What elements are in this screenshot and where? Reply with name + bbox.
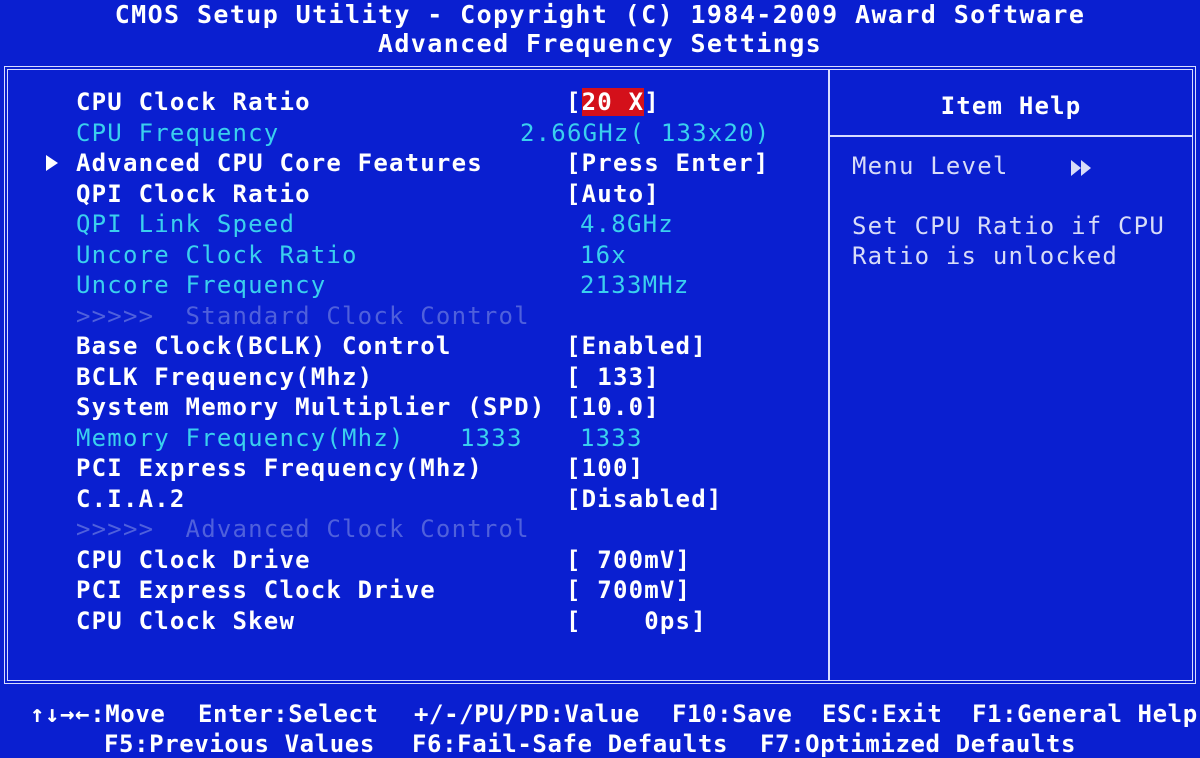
- setting-row-uncore-frequency: Uncore Frequency 2133MHz: [0, 271, 826, 301]
- setting-row-bclk-frequency-mhz[interactable]: BCLK Frequency(Mhz) [ 133]: [0, 363, 826, 393]
- setting-row-base-clock-bclk-control[interactable]: Base Clock(BCLK) Control [Enabled]: [0, 332, 826, 362]
- key-previous-values: F5:Previous Values: [104, 730, 375, 758]
- setting-label: CPU Clock Skew: [76, 606, 296, 635]
- setting-value[interactable]: [100]: [566, 454, 644, 482]
- selected-value-highlight[interactable]: 20 X: [581, 88, 645, 116]
- setting-current-value: 1333: [460, 423, 523, 452]
- help-text-line-2: Ratio is unlocked: [852, 242, 1119, 270]
- panel-divider: [828, 70, 830, 680]
- key-select: Enter:Select: [198, 700, 379, 728]
- setting-label: PCI Express Frequency(Mhz): [76, 454, 483, 482]
- item-help-title: Item Help: [940, 92, 1082, 120]
- setting-label: Memory Frequency(Mhz): [76, 423, 405, 452]
- key-save: F10:Save: [672, 700, 793, 728]
- setting-row-advanced-cpu-core-features[interactable]: Advanced CPU Core Features [Press Enter]: [0, 149, 826, 179]
- page-title: Advanced Frequency Settings: [377, 29, 823, 58]
- setting-value[interactable]: [ 700mV]: [566, 576, 691, 604]
- setting-label: >>>>> Advanced Clock Control: [76, 515, 530, 543]
- setting-label: CPU Clock Drive: [76, 545, 311, 574]
- setting-row-uncore-clock-ratio: Uncore Clock Ratio 16x: [0, 241, 826, 271]
- setting-row-memory-frequency-mhz: Memory Frequency(Mhz) 1333 1333: [0, 424, 826, 454]
- key-optimized-defaults: F7:Optimized Defaults: [760, 730, 1077, 758]
- setting-row-pci-express-frequency-mhz[interactable]: PCI Express Frequency(Mhz) [100]: [0, 454, 826, 484]
- bracket: [: [566, 88, 582, 116]
- key-exit: ESC:Exit: [822, 700, 943, 728]
- setting-value[interactable]: [ 0ps]: [566, 607, 707, 635]
- setting-label: CPU Clock Ratio: [76, 88, 311, 116]
- key-legend: ↑↓→←:Move Enter:Select +/-/PU/PD:Value F…: [0, 690, 1200, 758]
- help-separator: [830, 135, 1192, 137]
- setting-label: BCLK Frequency(Mhz): [76, 362, 374, 391]
- setting-label: CPU Frequency: [76, 118, 280, 147]
- utility-title: CMOS Setup Utility - Copyright (C) 1984-…: [114, 0, 1086, 29]
- setting-row-c-i-a-2[interactable]: C.I.A.2 [Disabled]: [0, 485, 826, 515]
- setting-label: Uncore Frequency: [76, 271, 327, 299]
- setting-value[interactable]: [Disabled]: [566, 485, 723, 513]
- setting-row-cpu-frequency: CPU Frequency 2.66GHz( 133x20): [0, 119, 826, 149]
- setting-label: Base Clock(BCLK) Control: [76, 332, 452, 360]
- setting-row-cpu-clock-ratio[interactable]: CPU Clock Ratio [20 X]: [0, 88, 826, 118]
- setting-value: 2.66GHz( 133x20): [520, 118, 771, 147]
- setting-label: PCI Express Clock Drive: [76, 576, 436, 604]
- menu-level-arrow-icon: [1071, 160, 1082, 176]
- key-value: +/-/PU/PD:Value: [414, 700, 640, 728]
- setting-row-system-memory-multiplier-spd[interactable]: System Memory Multiplier (SPD) [10.0]: [0, 393, 826, 423]
- setting-label: C.I.A.2: [76, 484, 186, 513]
- menu-level-arrow-icon: [1081, 160, 1092, 176]
- bracket: ]: [644, 88, 660, 116]
- setting-row-pci-express-clock-drive[interactable]: PCI Express Clock Drive [ 700mV]: [0, 576, 826, 606]
- setting-value[interactable]: [Enabled]: [566, 332, 707, 360]
- setting-value[interactable]: [ 133]: [566, 363, 660, 391]
- setting-label: Uncore Clock Ratio: [76, 240, 358, 269]
- submenu-arrow-icon: [46, 155, 58, 171]
- key-fail-safe-defaults: F6:Fail-Safe Defaults: [412, 730, 729, 758]
- setting-value[interactable]: [Press Enter]: [566, 149, 769, 177]
- setting-row-qpi-clock-ratio[interactable]: QPI Clock Ratio [Auto]: [0, 180, 826, 210]
- setting-label: System Memory Multiplier (SPD): [76, 393, 546, 421]
- setting-value: 16x: [580, 240, 627, 269]
- key-move: ↑↓→←:Move: [30, 700, 166, 728]
- setting-row-qpi-link-speed: QPI Link Speed 4.8GHz: [0, 210, 826, 240]
- setting-row-standard-clock-control: >>>>> Standard Clock Control: [0, 302, 826, 332]
- setting-row-cpu-clock-skew[interactable]: CPU Clock Skew [ 0ps]: [0, 607, 826, 637]
- menu-level: Menu Level: [852, 152, 1092, 180]
- setting-value[interactable]: [10.0]: [566, 393, 660, 421]
- setting-row-cpu-clock-drive[interactable]: CPU Clock Drive [ 700mV]: [0, 546, 826, 576]
- menu-level-label: Menu Level: [852, 152, 1009, 180]
- key-help: F1:General Help: [972, 700, 1198, 728]
- bios-header: CMOS Setup Utility - Copyright (C) 1984-…: [0, 0, 1200, 64]
- setting-label: >>>>> Standard Clock Control: [76, 301, 530, 330]
- help-text-line-1: Set CPU Ratio if CPU: [852, 212, 1165, 240]
- setting-value: 4.8GHz: [580, 210, 674, 238]
- setting-value[interactable]: [Auto]: [566, 180, 660, 208]
- setting-value[interactable]: [ 700mV]: [566, 546, 691, 574]
- setting-label: Advanced CPU Core Features: [76, 149, 483, 177]
- setting-value-selected[interactable]: [20 X]: [566, 88, 660, 116]
- setting-value: 1333: [580, 423, 643, 452]
- setting-label: QPI Link Speed: [76, 210, 296, 238]
- setting-value: 2133MHz: [580, 271, 690, 299]
- setting-row-advanced-clock-control: >>>>> Advanced Clock Control: [0, 515, 826, 545]
- setting-label: QPI Clock Ratio: [76, 179, 311, 208]
